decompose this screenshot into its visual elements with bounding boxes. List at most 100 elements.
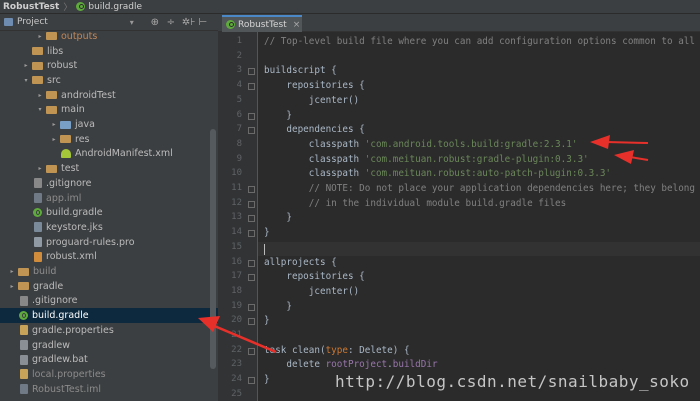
chevron-right-icon[interactable]: ▸ [50,121,58,128]
fold-marker-icon[interactable] [248,186,255,193]
properties-file-icon [20,325,28,336]
code-line: // NOTE: Do not place your application d… [264,183,695,194]
tree-item[interactable]: ▸ androidTest [0,88,218,103]
fold-marker-icon[interactable] [248,274,255,282]
text-caret [264,243,265,255]
chevron-right-icon[interactable]: ▸ [36,92,44,99]
code-line: } [264,227,270,238]
close-icon[interactable]: × [293,20,301,30]
tree-item-label: test [61,163,80,175]
tree-item[interactable]: .gitignore [0,294,218,309]
tree-item[interactable]: ▸ outputs [0,29,218,44]
tree-item[interactable]: RobustTest.iml [0,382,218,397]
code-line: classpath 'com.android.tools.build:gradl… [264,138,578,150]
tree-item[interactable]: gradle.properties [0,323,218,338]
text-file-icon [34,237,42,248]
tree-item[interactable]: proguard-rules.pro [0,235,218,250]
tree-item-label: local.properties [32,368,106,380]
fold-marker-icon[interactable] [248,318,255,326]
tree-item-label: src [47,74,61,86]
line-number: 3 [236,65,242,76]
fold-marker-icon[interactable] [248,347,255,355]
fold-marker-icon[interactable] [248,230,255,238]
folder-icon [46,105,57,114]
tree-item[interactable]: ▸ test [0,161,218,176]
code-token: classpath [264,168,365,180]
code-token: classpath [264,138,365,150]
watermark: http://blog.csdn.net/snailbaby_soko [335,372,690,391]
code-line: jcenter() [264,95,359,106]
tree-item-label: gradle.properties [32,324,114,336]
hide-pane-icon[interactable]: ⊢ [198,17,208,28]
tree-item-label: androidTest [61,89,116,101]
tree-item-label: .gitignore [32,295,78,307]
code-token: } [264,374,270,386]
line-number: 19 [231,300,242,311]
chevron-right-icon[interactable]: ▸ [36,165,44,172]
fold-marker-icon[interactable] [248,303,255,311]
chevron-down-icon[interactable]: ▾ [22,77,30,84]
tree-item[interactable]: ▸ build [0,264,218,279]
tree-item[interactable]: ▸ robust [0,58,218,73]
tree-item[interactable]: app.iml [0,191,218,206]
fold-marker-icon[interactable] [248,83,255,91]
tree-item[interactable]: ▸ res [0,132,218,147]
tree-item[interactable]: keystore.jks [0,220,218,235]
breadcrumb-file-label: build.gradle [88,1,143,12]
collapse-all-icon[interactable]: ÷ [166,17,176,28]
chevron-right-icon[interactable]: ▸ [36,33,44,40]
tree-item[interactable]: gradlew.bat [0,352,218,367]
code-token: // Top-level build file where you can ad… [264,36,695,47]
chevron-right-icon[interactable]: ▸ [22,62,30,69]
fold-marker-icon[interactable] [248,127,255,135]
fold-marker-icon[interactable] [248,112,255,120]
tree-item-label: keystore.jks [46,221,103,233]
fold-marker-icon[interactable] [248,200,255,208]
tree-item[interactable]: build.gradle [0,205,218,220]
tree-item[interactable]: gradlew [0,338,218,353]
tab-robusttest[interactable]: RobustTest × [222,15,302,32]
folder-icon [18,267,29,276]
tree-item[interactable]: local.properties [0,367,218,382]
fold-marker-icon[interactable] [248,68,255,76]
code-token: allprojects { [264,256,337,268]
tree-item[interactable]: robust.xml [0,250,218,265]
tree-item[interactable]: ▸ java [0,117,218,132]
line-number: 13 [231,212,242,223]
code-area[interactable]: // Top-level build file where you can ad… [258,32,700,401]
code-line: allprojects { [264,257,337,268]
tree-item[interactable]: .gitignore [0,176,218,191]
gear-icon[interactable]: ✲⊦ [182,17,196,28]
line-number: 8 [236,138,242,149]
chevron-right-icon[interactable]: ▸ [50,136,58,143]
project-view-selector[interactable]: Project [17,17,48,27]
line-number: 6 [236,109,242,120]
code-line: } [264,315,270,326]
line-number: 21 [231,330,242,340]
chevron-right-icon[interactable]: ▸ [8,283,16,290]
tree-item-label: robust.xml [46,251,97,263]
tree-item-label: RobustTest.iml [32,383,101,395]
tree-item-label: app.iml [46,192,82,204]
tree-item-label: outputs [61,30,98,42]
breadcrumb-project[interactable]: RobustTest [0,2,62,12]
tree-item[interactable]: libs [0,44,218,59]
chevron-down-icon[interactable]: ▾ [36,106,44,113]
code-token: 'com.meituan.robust:gradle-plugin:0.3.3' [364,153,589,165]
xml-file-icon [34,251,42,262]
tree-item[interactable]: ▾ src [0,73,218,88]
fold-marker-icon[interactable] [248,377,255,385]
fold-marker-icon[interactable] [248,215,255,223]
sync-icon[interactable]: ⊕ [150,17,160,28]
tree-item[interactable]: AndroidManifest.xml [0,147,218,162]
tree-item[interactable]: build.gradle [0,308,218,323]
fold-marker-icon[interactable] [248,259,255,267]
project-pane-scrollbar[interactable] [210,129,216,369]
chevron-right-icon[interactable]: ▸ [8,268,16,275]
breadcrumb-file[interactable]: build.gradle [73,2,145,12]
module-file-icon [20,384,28,395]
line-number: 12 [231,197,242,208]
tree-item[interactable]: ▾ main [0,103,218,118]
tree-item[interactable]: ▸ gradle [0,279,218,294]
chevron-down-icon[interactable]: ▾ [130,18,134,27]
